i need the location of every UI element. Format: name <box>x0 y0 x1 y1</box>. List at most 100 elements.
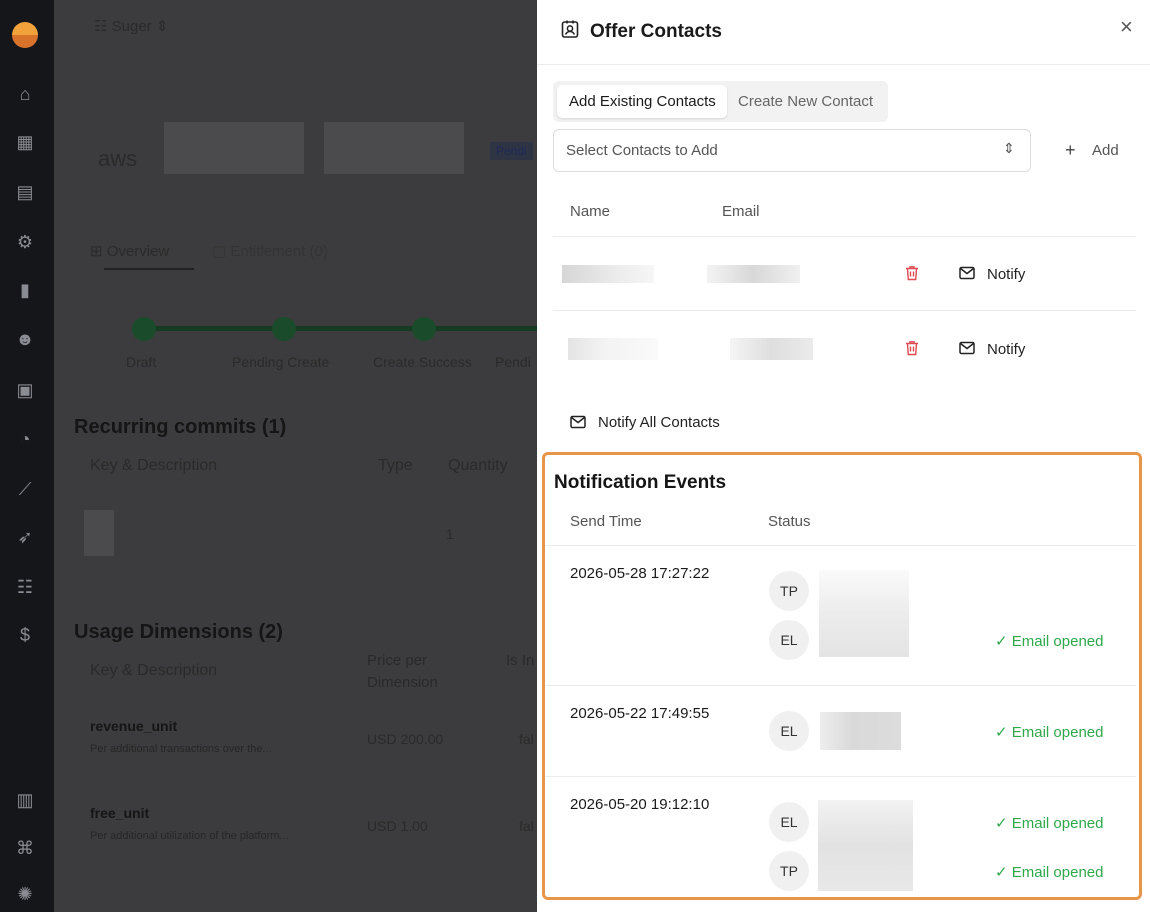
aws-logo: aws <box>98 146 138 171</box>
divider <box>537 64 1150 65</box>
column-header: Quantity <box>448 457 508 474</box>
bar-chart-icon[interactable]: ▥ <box>13 788 37 812</box>
tab-add-existing-label: Add Existing Contacts <box>569 93 716 110</box>
step-check-icon <box>272 317 296 341</box>
event-send-time: 2026-05-22 17:49:55 <box>570 705 710 722</box>
mail-icon <box>959 266 975 285</box>
avatar: EL <box>769 620 809 660</box>
dimension-key: revenue_unit <box>90 718 178 734</box>
redacted-recipient <box>818 800 913 891</box>
home-icon[interactable]: ⌂ <box>13 82 37 106</box>
dimension-flag: fal <box>519 731 534 747</box>
dimension-flag: fal <box>519 818 534 834</box>
drawer-title: Offer Contacts <box>590 21 722 42</box>
gear-icon[interactable]: ✺ <box>13 882 37 906</box>
divider <box>553 310 1136 311</box>
step-label: Pendi <box>495 354 531 370</box>
chart-line-icon[interactable]: ⟋ <box>13 477 37 501</box>
contact-card-icon[interactable]: ▣ <box>13 378 37 402</box>
dimension-desc: Per additional transactions over the... <box>90 743 272 755</box>
offers-icon[interactable]: ▤ <box>13 180 37 204</box>
contact-card-icon <box>561 19 579 44</box>
step-label: Draft <box>126 354 157 370</box>
divider <box>545 685 1136 686</box>
workflow-icon[interactable]: ⌘ <box>13 836 37 860</box>
redacted-contact-name <box>562 265 654 283</box>
notify-all-button[interactable]: Notify All Contacts <box>598 414 720 431</box>
close-icon[interactable]: × <box>1120 14 1133 40</box>
column-header: Key & Description <box>90 662 218 679</box>
background-page-overlay[interactable]: ☷ Suger ⇕ aws Pendi ⊞ Overview ▢ Entitle… <box>54 0 537 912</box>
org-icon: ☷ <box>94 18 112 35</box>
contacts-select-placeholder: Select Contacts to Add <box>566 142 718 159</box>
org-switcher: ☷ Suger ⇕ <box>94 18 169 35</box>
document-icon[interactable]: ▮ <box>13 278 37 302</box>
notification-events-title: Notification Events <box>554 472 727 493</box>
dimension-desc: Per additional utilization of the platfo… <box>90 830 289 842</box>
redacted-contact-email <box>707 265 800 283</box>
dimension-price: USD 200.00 <box>367 731 444 747</box>
tab-entitlement[interactable]: ▢ Entitlement (0) <box>212 242 328 260</box>
email-opened-status: ✓ Email opened <box>995 724 1104 741</box>
app-logo[interactable] <box>12 22 38 48</box>
column-name: Name <box>570 203 611 220</box>
dimension-key: free_unit <box>90 805 150 821</box>
divider <box>545 776 1136 777</box>
usage-dimensions-title: Usage Dimensions (2) <box>74 621 283 643</box>
notify-button[interactable]: Notify <box>987 266 1025 283</box>
tab-overview[interactable]: ⊞ Overview <box>90 242 169 260</box>
redacted-contact-name <box>568 338 658 360</box>
grid-icon[interactable]: ▦ <box>13 130 37 154</box>
tab-create-new[interactable]: Create New Contact <box>738 93 873 110</box>
column-header: Is In <box>506 652 535 669</box>
delete-trash-icon[interactable] <box>905 340 919 356</box>
offer-contacts-drawer: Offer Contacts × Add Existing Contacts C… <box>537 0 1150 912</box>
gauge-icon[interactable]: ◔ <box>13 427 37 451</box>
column-header: Type <box>378 457 413 474</box>
email-opened-status: ✓ Email opened <box>995 815 1104 832</box>
step-check-icon <box>132 317 156 341</box>
dimension-price: USD 1.00 <box>367 818 428 834</box>
event-send-time: 2026-05-20 19:12:10 <box>570 796 710 813</box>
divider <box>553 236 1136 237</box>
sidebar-rail: ⌂ ▦ ▤ ⚙ ▮ ☻ ▣ ◔ ⟋ ➶ ☷ $ ▥ ⌘ ✺ <box>0 0 54 912</box>
progress-track <box>144 326 537 331</box>
recurring-commits-title: Recurring commits (1) <box>74 416 287 438</box>
column-send-time: Send Time <box>570 513 642 530</box>
redacted-offer-id <box>324 122 464 174</box>
users-icon[interactable]: ☻ <box>13 327 37 351</box>
avatar: EL <box>769 802 809 842</box>
redacted-key <box>84 510 114 556</box>
team-icon[interactable]: ☷ <box>13 575 37 599</box>
redacted-contact-email <box>730 338 813 360</box>
column-status: Status <box>768 513 811 530</box>
rocket-icon[interactable]: ➶ <box>13 525 37 549</box>
redacted-recipient <box>820 712 901 750</box>
avatar: EL <box>769 711 809 751</box>
divider <box>545 545 1136 546</box>
avatar: TP <box>769 851 809 891</box>
chevron-updown-icon: ⇕ <box>1003 140 1015 156</box>
step-label: Pending Create <box>232 354 330 370</box>
avatar: TP <box>769 571 809 611</box>
column-header: Price per Dimension <box>367 652 438 691</box>
dollar-icon[interactable]: $ <box>13 623 37 647</box>
column-email: Email <box>722 203 760 220</box>
add-button[interactable]: Add <box>1092 142 1119 159</box>
redacted-offer-name <box>164 122 304 174</box>
delete-trash-icon[interactable] <box>905 265 919 281</box>
mail-icon <box>959 341 975 360</box>
tab-active-underline <box>104 268 194 270</box>
column-header: Key & Description <box>90 457 218 474</box>
chevron-updown-icon: ⇕ <box>151 18 169 35</box>
event-send-time: 2026-05-28 17:27:22 <box>570 565 710 582</box>
mail-icon <box>570 415 586 434</box>
step-label: Create Success <box>373 354 472 370</box>
settings-gear-icon[interactable]: ⚙ <box>13 230 37 254</box>
plus-icon[interactable]: + <box>1065 140 1076 161</box>
notify-button[interactable]: Notify <box>987 341 1025 358</box>
email-opened-status: ✓ Email opened <box>995 633 1104 650</box>
step-check-icon <box>412 317 436 341</box>
quantity-value: 1 <box>446 526 454 542</box>
status-badge: Pendi <box>490 142 533 160</box>
